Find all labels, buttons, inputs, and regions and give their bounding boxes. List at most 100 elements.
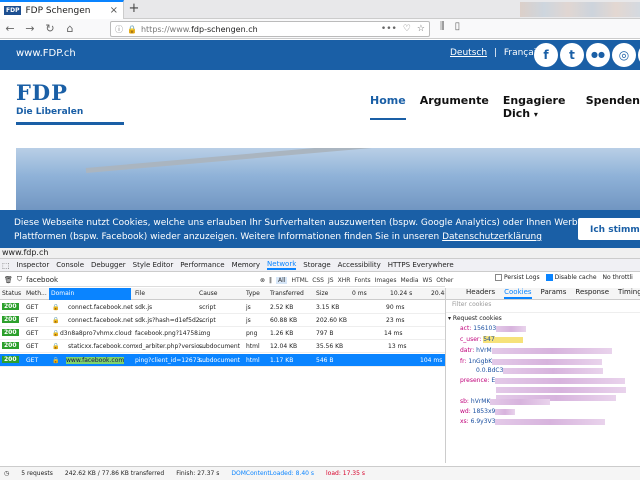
navigation-bar: ← → ↻ ⌂ ⓘ 🔒 https://www. fdp-schengen.ch …: [0, 19, 640, 39]
row-method: GET: [26, 343, 39, 350]
fdp-ch-link[interactable]: www.FDP.ch: [16, 48, 76, 59]
type-js[interactable]: JS: [328, 277, 334, 284]
type-all[interactable]: All: [276, 276, 288, 284]
type-images[interactable]: Images: [375, 277, 397, 284]
lock-icon: 🔒: [52, 357, 60, 364]
col-domain[interactable]: Domain: [49, 288, 131, 300]
type-xhr[interactable]: XHR: [338, 277, 351, 284]
disable-cache-toggle[interactable]: Disable cache: [545, 274, 597, 281]
instagram-icon[interactable]: ◎: [612, 43, 636, 67]
hero-structure: [85, 148, 505, 173]
forward-icon[interactable]: →: [20, 22, 40, 35]
cookie-key: fr:: [460, 358, 467, 365]
accept-cookies-button[interactable]: Ich stimme zu: [578, 218, 640, 249]
page-actions-icon[interactable]: •••: [381, 24, 397, 34]
type-html[interactable]: HTML: [291, 277, 308, 284]
tab-cookies[interactable]: Cookies: [504, 288, 532, 299]
tool-inspector[interactable]: Inspector: [17, 261, 50, 269]
cookie-entry: sb: hVrMK: [460, 398, 551, 405]
url-filter-input[interactable]: facebook: [26, 276, 58, 284]
col-type[interactable]: Type: [246, 290, 260, 297]
status-badge: 200: [2, 316, 19, 323]
menu-spenden[interactable]: Spenden: [586, 94, 640, 120]
table-row[interactable]: 200 GET 🔒 d3n8a8pro7vhmx.cloudfront.net …: [0, 327, 445, 340]
tab-headers[interactable]: Headers: [466, 288, 495, 299]
table-row[interactable]: 200 GET 🔒 connect.facebook.net sdk.js?ha…: [0, 314, 445, 327]
disable-cache-checkbox[interactable]: [545, 274, 553, 281]
bookmark-star-icon[interactable]: ☆: [417, 24, 425, 34]
hero-image: [16, 148, 640, 218]
status-badge: 200: [2, 356, 19, 363]
tool-memory[interactable]: Memory: [232, 261, 260, 269]
flickr-icon[interactable]: ●●: [586, 43, 610, 67]
row-type: html: [246, 343, 260, 350]
status-badge: 200: [2, 329, 19, 336]
row-size: 202.60 KB: [316, 317, 347, 324]
menu-home[interactable]: Home: [370, 94, 406, 120]
cookie-key: xs:: [460, 418, 469, 425]
library-icon[interactable]: ⫼: [440, 21, 445, 32]
sidebar-icon[interactable]: ▯: [455, 21, 461, 32]
pocket-icon[interactable]: ♡: [403, 24, 411, 34]
persist-logs-toggle[interactable]: Persist Logs: [495, 274, 540, 281]
twitter-icon[interactable]: t: [560, 43, 584, 67]
col-file[interactable]: File: [135, 290, 145, 297]
url-host: fdp-schengen.ch: [191, 24, 258, 34]
row-domain: d3n8a8pro7vhmx.cloudfront.net: [60, 330, 132, 337]
type-other[interactable]: Other: [436, 277, 453, 284]
menu-argumente[interactable]: Argumente: [420, 94, 489, 120]
privacy-link[interactable]: Datenschutzerklärung: [442, 232, 542, 242]
tab-params[interactable]: Params: [541, 288, 567, 299]
tool-console[interactable]: Console: [56, 261, 84, 269]
col-status[interactable]: Status: [2, 290, 21, 297]
tool-storage[interactable]: Storage: [303, 261, 330, 269]
tab-response[interactable]: Response: [575, 288, 609, 299]
col-transferred[interactable]: Transferred: [270, 290, 304, 297]
col-cause[interactable]: Cause: [199, 290, 218, 297]
facebook-icon[interactable]: f: [534, 43, 558, 67]
pick-element-icon[interactable]: ⬚: [2, 261, 10, 270]
back-icon[interactable]: ←: [0, 22, 20, 35]
type-media[interactable]: Media: [401, 277, 419, 284]
home-icon[interactable]: ⌂: [60, 22, 80, 35]
table-row[interactable]: 200 GET 🔒 connect.facebook.net sdk.js sc…: [0, 301, 445, 314]
new-tab-button[interactable]: +: [126, 1, 142, 17]
persist-logs-checkbox[interactable]: [495, 274, 502, 281]
tool-performance[interactable]: Performance: [180, 261, 224, 269]
network-status-bar: ◷ 5 requests 242.62 KB / 77.86 KB transf…: [0, 466, 640, 480]
cookie-filter-input[interactable]: Filter cookies: [446, 301, 640, 313]
tool-network[interactable]: Network: [267, 260, 297, 270]
row-time: 14 ms: [384, 330, 403, 337]
address-bar[interactable]: ⓘ 🔒 https://www. fdp-schengen.ch ••• ♡ ☆: [110, 21, 430, 37]
table-row[interactable]: 200 GET 🔒 staticxx.facebook.com xd_arbit…: [0, 340, 445, 353]
tool-accessibility[interactable]: Accessibility: [338, 261, 381, 269]
menu-engagiere[interactable]: Engagiere Dich ▾: [503, 94, 572, 120]
col-method[interactable]: Meth...: [26, 290, 47, 297]
pause-icon[interactable]: ‖: [269, 277, 272, 284]
info-icon[interactable]: ⓘ: [115, 24, 123, 35]
reload-icon[interactable]: ↻: [40, 22, 60, 35]
trash-icon[interactable]: 🗑: [4, 276, 13, 284]
devtools-toolbar: ⬚ Inspector Console Debugger Style Edito…: [0, 258, 640, 272]
close-tab-icon[interactable]: ×: [110, 5, 123, 16]
cookie-key: presence:: [460, 377, 490, 384]
type-ws[interactable]: WS: [423, 277, 433, 284]
fdp-logo[interactable]: FDP Die Liberalen: [16, 80, 126, 132]
col-waterfall-1: 10.24 s: [390, 290, 413, 297]
tool-style-editor[interactable]: Style Editor: [133, 261, 174, 269]
lang-de[interactable]: Deutsch: [450, 48, 487, 58]
type-fonts[interactable]: Fonts: [354, 277, 370, 284]
request-cookies-heading[interactable]: ▾ Request cookies: [448, 315, 502, 322]
col-size[interactable]: Size: [316, 290, 328, 297]
clear-filter-icon[interactable]: ⊗: [260, 277, 265, 284]
table-row-selected[interactable]: 200 GET 🔒 www.facebook.com ping?client_i…: [0, 354, 445, 367]
tool-debugger[interactable]: Debugger: [91, 261, 126, 269]
browser-tab[interactable]: FDP FDP Schengen ×: [0, 0, 124, 19]
tab-timings[interactable]: Timings: [618, 288, 640, 299]
tool-https-everywhere[interactable]: HTTPS Everywhere: [388, 261, 454, 269]
dom-content-loaded: DOMContentLoaded: 8.40 s: [231, 470, 315, 477]
throttling-select[interactable]: No throttli: [603, 274, 633, 281]
type-css[interactable]: CSS: [312, 277, 324, 284]
persist-logs-label: Persist Logs: [504, 274, 540, 281]
cookie-entry: presence: E: [460, 377, 626, 384]
